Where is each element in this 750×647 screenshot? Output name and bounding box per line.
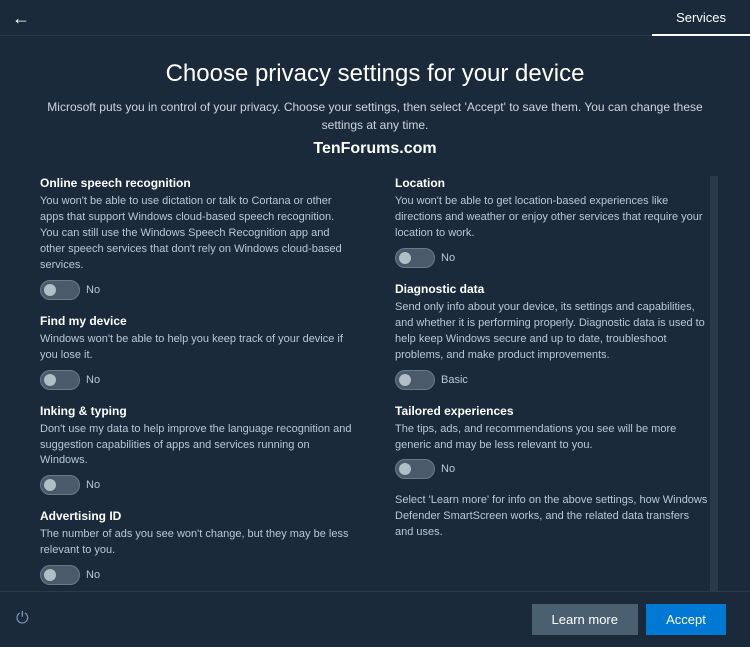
accept-button[interactable]: Accept — [646, 604, 726, 635]
setting-diagnostic: Diagnostic data Send only info about you… — [395, 282, 710, 390]
online-speech-toggle-row: No — [40, 280, 355, 300]
tailored-title: Tailored experiences — [395, 404, 710, 418]
online-speech-label: No — [86, 284, 100, 296]
find-device-thumb — [44, 374, 56, 386]
diagnostic-toggle-row: Basic — [395, 370, 710, 390]
footer: ⏻ — [0, 591, 29, 647]
advertising-desc: The number of ads you see won't change, … — [40, 527, 355, 559]
back-button[interactable]: ← — [12, 9, 30, 27]
advertising-title: Advertising ID — [40, 509, 355, 523]
inking-toggle-row: No — [40, 475, 355, 495]
tailored-toggle-row: No — [395, 459, 710, 479]
advertising-label: No — [86, 569, 100, 581]
setting-find-device: Find my device Windows won't be able to … — [40, 314, 355, 390]
tailored-label: No — [441, 463, 455, 475]
find-device-toggle[interactable] — [40, 370, 80, 390]
power-icon: ⏻ — [16, 610, 29, 628]
find-device-title: Find my device — [40, 314, 355, 328]
diagnostic-title: Diagnostic data — [395, 282, 710, 296]
location-title: Location — [395, 176, 710, 190]
inking-label: No — [86, 479, 100, 491]
advertising-thumb — [44, 569, 56, 581]
tailored-thumb — [399, 463, 411, 475]
settings-grid: Online speech recognition You won't be a… — [40, 176, 710, 591]
find-device-track — [40, 370, 80, 390]
location-toggle-row: No — [395, 248, 710, 268]
bottom-note: Select 'Learn more' for info on the abov… — [395, 493, 710, 541]
inking-thumb — [44, 479, 56, 491]
location-desc: You won't be able to get location-based … — [395, 194, 710, 242]
setting-inking: Inking & typing Don't use my data to hel… — [40, 404, 355, 496]
settings-left-column: Online speech recognition You won't be a… — [40, 176, 375, 591]
online-speech-title: Online speech recognition — [40, 176, 355, 190]
advertising-track — [40, 565, 80, 585]
settings-right-column: Location You won't be able to get locati… — [375, 176, 710, 591]
top-bar: ← Services — [0, 0, 750, 36]
diagnostic-label: Basic — [441, 374, 468, 386]
tailored-toggle[interactable] — [395, 459, 435, 479]
find-device-desc: Windows won't be able to help you keep t… — [40, 332, 355, 364]
location-thumb — [399, 252, 411, 264]
diagnostic-desc: Send only info about your device, its se… — [395, 300, 710, 364]
setting-tailored: Tailored experiences The tips, ads, and … — [395, 404, 710, 480]
page-subtitle: Microsoft puts you in control of your pr… — [40, 98, 710, 134]
main-content: Choose privacy settings for your device … — [0, 36, 750, 591]
location-track — [395, 248, 435, 268]
services-tab[interactable]: Services — [652, 0, 750, 36]
inking-track — [40, 475, 80, 495]
brand-name: TenForums.com — [40, 140, 710, 158]
location-label: No — [441, 252, 455, 264]
advertising-toggle[interactable] — [40, 565, 80, 585]
advertising-toggle-row: No — [40, 565, 355, 585]
setting-online-speech: Online speech recognition You won't be a… — [40, 176, 355, 300]
find-device-label: No — [86, 374, 100, 386]
page-title: Choose privacy settings for your device — [40, 60, 710, 88]
find-device-toggle-row: No — [40, 370, 355, 390]
inking-title: Inking & typing — [40, 404, 355, 418]
action-bar: Learn more Accept — [0, 591, 750, 647]
inking-toggle[interactable] — [40, 475, 80, 495]
tailored-desc: The tips, ads, and recommendations you s… — [395, 422, 710, 454]
learn-more-button[interactable]: Learn more — [532, 604, 638, 635]
online-speech-track — [40, 280, 80, 300]
diagnostic-thumb — [399, 374, 411, 386]
diagnostic-track — [395, 370, 435, 390]
tailored-track — [395, 459, 435, 479]
scroll-indicator[interactable] — [710, 176, 718, 236]
online-speech-thumb — [44, 284, 56, 296]
inking-desc: Don't use my data to help improve the la… — [40, 422, 355, 470]
setting-location: Location You won't be able to get locati… — [395, 176, 710, 268]
setting-advertising: Advertising ID The number of ads you see… — [40, 509, 355, 585]
online-speech-toggle[interactable] — [40, 280, 80, 300]
online-speech-desc: You won't be able to use dictation or ta… — [40, 194, 355, 274]
diagnostic-toggle[interactable] — [395, 370, 435, 390]
location-toggle[interactable] — [395, 248, 435, 268]
